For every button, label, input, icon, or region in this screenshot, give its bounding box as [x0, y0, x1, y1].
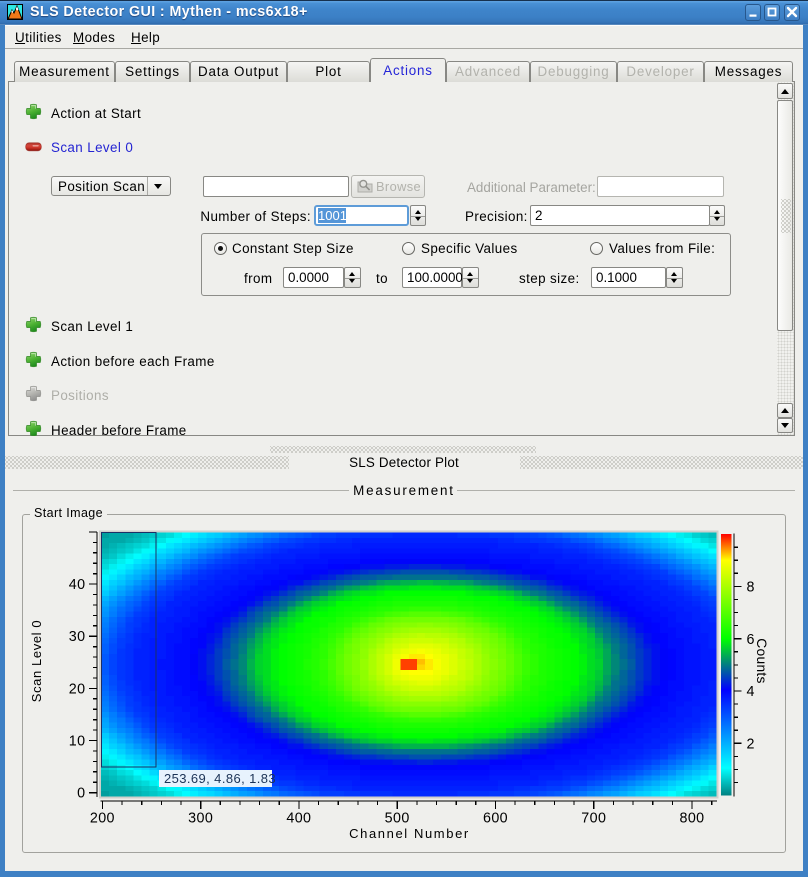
svg-text:4: 4 — [747, 684, 755, 700]
svg-text:2: 2 — [747, 737, 755, 753]
svg-text:30: 30 — [69, 629, 86, 645]
svg-text:253.69, 4.86, 1.83: 253.69, 4.86, 1.83 — [164, 771, 276, 786]
svg-text:500: 500 — [385, 811, 410, 827]
svg-text:Scan Level 0: Scan Level 0 — [29, 620, 44, 702]
svg-text:Channel Number: Channel Number — [349, 826, 470, 841]
svg-text:300: 300 — [188, 811, 213, 827]
svg-text:8: 8 — [747, 580, 755, 596]
svg-text:400: 400 — [286, 811, 311, 827]
svg-text:20: 20 — [69, 681, 86, 697]
svg-text:40: 40 — [69, 577, 86, 593]
svg-text:Counts: Counts — [754, 638, 769, 684]
svg-text:600: 600 — [483, 811, 508, 827]
svg-text:6: 6 — [747, 632, 755, 648]
svg-text:800: 800 — [679, 811, 704, 827]
svg-text:10: 10 — [69, 734, 86, 750]
svg-text:700: 700 — [581, 811, 606, 827]
svg-text:200: 200 — [90, 811, 115, 827]
svg-text:0: 0 — [77, 786, 85, 802]
